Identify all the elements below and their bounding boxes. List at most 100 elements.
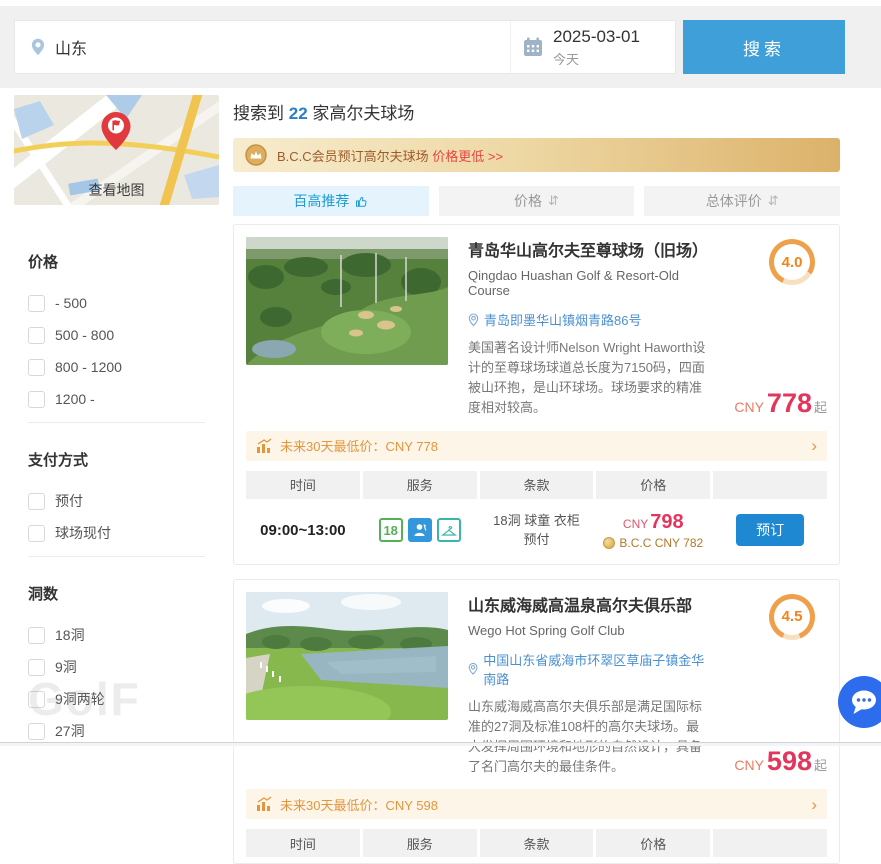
price-suffix: 起 (814, 400, 827, 415)
course-address[interactable]: 中国山东省威海市环翠区草庙子镇金华南路 (468, 650, 712, 688)
location-input[interactable]: 山东 (15, 21, 511, 73)
course-title[interactable]: 山东威海威高温泉高尔夫俱乐部 (468, 592, 712, 616)
col-action (713, 829, 827, 857)
page-bottom-edge (0, 742, 881, 746)
course-photo[interactable] (246, 237, 448, 365)
tab-sort-rating[interactable]: 总体评价 ⇵ (644, 186, 840, 216)
col-time: 时间 (246, 471, 360, 499)
filter-option[interactable]: - 500 (28, 294, 219, 312)
col-terms: 条款 (480, 471, 594, 499)
promo-text: B.C.C会员预订高尔夫球场 价格更低 >> (277, 146, 503, 165)
location-pin-icon (31, 38, 45, 56)
search-box: 山东 2025-03-01 今天 (14, 20, 676, 74)
coin-icon (603, 537, 615, 549)
filter-option[interactable]: 9洞两轮 (28, 690, 219, 708)
member-promo-banner[interactable]: B.C.C会员预订高尔夫球场 价格更低 >> (233, 138, 840, 172)
address-pin-icon (468, 662, 478, 676)
book-button[interactable]: 预订 (736, 514, 804, 546)
checkbox[interactable] (28, 359, 45, 376)
filter-title-payment: 支付方式 (28, 449, 219, 470)
price-chart-icon (256, 796, 272, 812)
search-button[interactable]: 搜索 (683, 20, 845, 74)
rating-value: 4.0 (774, 244, 810, 280)
price-chart-icon (256, 438, 272, 454)
price-value: 778 (767, 388, 812, 418)
price-suffix: 起 (814, 758, 827, 773)
sort-tabs: 百高推荐 价格 ⇵ 总体评价 ⇵ (233, 186, 840, 216)
results-main: 搜索到 22 家高尔夫球场 B.C.C会员预订高尔夫球场 价格更低 >> 百高推… (233, 95, 840, 864)
thumb-up-icon (355, 195, 368, 208)
map-preview[interactable]: 查看地图 (14, 95, 219, 205)
sort-arrows-icon: ⇵ (768, 193, 779, 209)
teetime-price: CNY798 B.C.C CNY 782 (596, 511, 710, 550)
result-count: 搜索到 22 家高尔夫球场 (233, 99, 840, 124)
result-count-prefix: 搜索到 (233, 104, 289, 123)
course-photo-image (246, 592, 448, 720)
checkbox[interactable] (28, 659, 45, 676)
checkbox[interactable] (28, 723, 45, 740)
lowest-price-text: 未来30天最低价：CNY 598 (280, 795, 438, 814)
result-count-number: 22 (289, 104, 308, 123)
content: 查看地图 价格 - 500 500 - 800 800 - 1200 1200 … (0, 88, 881, 864)
teetime-table: 时间 服务 条款 价格 09:00~13:00 18 (246, 471, 827, 558)
table-header: 时间 服务 条款 价格 (246, 829, 827, 857)
col-service: 服务 (363, 471, 477, 499)
lowest-price-strip[interactable]: 未来30天最低价：CNY 598 › (246, 789, 827, 819)
chat-button[interactable] (838, 676, 881, 728)
teetime-row: 09:00~13:00 18 18洞 球童 衣柜 预付 (246, 499, 827, 558)
rating-badge: 4.5 (769, 594, 815, 640)
filter-option[interactable]: 球场现付 (28, 524, 219, 542)
checkbox[interactable] (28, 525, 45, 542)
checkbox[interactable] (28, 627, 45, 644)
col-time: 时间 (246, 829, 360, 857)
date-picker[interactable]: 2025-03-01 今天 (511, 21, 675, 73)
course-card: 山东威海威高温泉高尔夫俱乐部 Wego Hot Spring Golf Club… (233, 579, 840, 864)
map-pin-icon (100, 111, 132, 151)
filter-option[interactable]: 18洞 (28, 626, 219, 644)
location-value: 山东 (55, 35, 87, 59)
filter-option[interactable]: 27洞 (28, 722, 219, 740)
tab-recommended[interactable]: 百高推荐 (233, 186, 429, 216)
teetime-time: 09:00~13:00 (246, 522, 360, 539)
rating-badge: 4.0 (769, 239, 815, 285)
filter-option[interactable]: 9洞 (28, 658, 219, 676)
lowest-price-text: 未来30天最低价：CNY 778 (280, 436, 438, 455)
col-service: 服务 (363, 829, 477, 857)
address-pin-icon (468, 313, 479, 327)
course-title[interactable]: 青岛华山高尔夫至尊球场（旧场） (468, 237, 712, 261)
course-subtitle: Qingdao Huashan Golf & Resort-Old Course (468, 268, 712, 298)
rating-value: 4.5 (774, 599, 810, 635)
sort-arrows-icon: ⇵ (548, 193, 559, 209)
tab-sort-price[interactable]: 价格 ⇵ (439, 186, 635, 216)
course-address[interactable]: 青岛即墨华山镇烟青路86号 (468, 310, 712, 329)
lowest-price-strip[interactable]: 未来30天最低价：CNY 778 › (246, 431, 827, 461)
checkbox[interactable] (28, 391, 45, 408)
col-price: 价格 (596, 829, 710, 857)
divider (28, 422, 205, 423)
table-header: 时间 服务 条款 价格 (246, 471, 827, 499)
chat-bubble-icon (846, 684, 881, 720)
calendar-icon (523, 37, 543, 57)
filter-panel: 价格 - 500 500 - 800 800 - 1200 1200 - 支付方… (14, 205, 219, 740)
date-value: 2025-03-01 (553, 27, 640, 47)
course-description: 美国著名设计师Nelson Wright Haworth设计的至尊球场球道总长度… (468, 338, 712, 419)
checkbox[interactable] (28, 493, 45, 510)
course-photo[interactable] (246, 592, 448, 720)
filter-option[interactable]: 1200 - (28, 390, 219, 408)
date-note: 今天 (553, 49, 640, 68)
filter-option[interactable]: 500 - 800 (28, 326, 219, 344)
chevron-right-icon: › (811, 796, 817, 813)
filter-option[interactable]: 预付 (28, 492, 219, 510)
price-value: 598 (767, 746, 812, 776)
course-subtitle: Wego Hot Spring Golf Club (468, 623, 712, 638)
checkbox[interactable] (28, 327, 45, 344)
member-price: B.C.C CNY 782 (596, 536, 710, 550)
divider (28, 556, 205, 557)
checkbox[interactable] (28, 691, 45, 708)
col-terms: 条款 (480, 829, 594, 857)
locker-hanger-icon (437, 518, 461, 542)
checkbox[interactable] (28, 295, 45, 312)
teetime-terms: 18洞 球童 衣柜 预付 (480, 511, 594, 550)
filter-option[interactable]: 800 - 1200 (28, 358, 219, 376)
search-bar: 山东 2025-03-01 今天 搜索 (0, 6, 881, 88)
